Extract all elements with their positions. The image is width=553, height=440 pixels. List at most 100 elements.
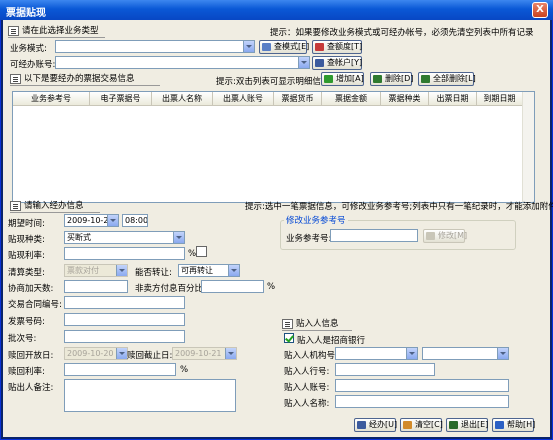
view-account-button[interactable]: 查帐户[Y] <box>312 56 362 70</box>
discount-rate-input[interactable] <box>64 247 185 260</box>
chevron-down-icon <box>225 348 236 359</box>
delete-button[interactable]: 删除[D] <box>370 72 414 86</box>
chevron-down-icon <box>116 348 127 359</box>
party-header-text: 贴入人信息 <box>296 319 339 329</box>
modify-ref-title: 修改业务参考号 <box>284 214 348 226</box>
extra-days-label: 协商加天数: <box>8 284 54 294</box>
discount-type-label: 贴现种类: <box>8 235 45 245</box>
header-underline <box>8 37 105 38</box>
redeem-close-value: 2009-10-21 <box>175 349 222 358</box>
column-header[interactable]: 出票人名称 <box>152 92 213 106</box>
delete-icon <box>373 75 382 83</box>
chevron-down-icon[interactable] <box>298 57 309 68</box>
mode-select[interactable] <box>55 40 255 53</box>
percent-sign: % <box>180 365 189 375</box>
view-quota-button[interactable]: 查额度[T] <box>312 40 362 54</box>
clear-button[interactable]: 清空[C] <box>400 418 443 432</box>
mode-label: 业务模式: <box>10 44 47 54</box>
column-header[interactable]: 票据种类 <box>381 92 429 106</box>
org-select[interactable] <box>335 347 418 360</box>
column-header[interactable]: 到期日期 <box>477 92 523 106</box>
org-select-2[interactable] <box>422 347 509 360</box>
party-account-input[interactable] <box>335 379 509 392</box>
column-header[interactable]: 票据货币 <box>274 92 322 106</box>
help-button[interactable]: 帮助[H] <box>492 418 536 432</box>
chevron-down-icon[interactable] <box>107 215 118 226</box>
header-underline <box>10 85 160 86</box>
transfer-value: 可再转让 <box>181 266 213 275</box>
column-header[interactable]: 出票人账号 <box>213 92 274 106</box>
chevron-down-icon[interactable] <box>173 232 184 243</box>
submit-button[interactable]: 经办[U] <box>354 418 398 432</box>
org-label: 贴入人机构号: <box>284 351 338 361</box>
invoice-input[interactable] <box>64 313 185 326</box>
search-icon <box>262 43 271 51</box>
batch-input[interactable] <box>64 330 185 343</box>
discount-type-select[interactable]: 买断式 <box>64 231 185 244</box>
input-hint: 提示:选中一笔票据信息，可修改业务参考号;列表中只有一笔纪录时，才能添加附件信息 <box>245 202 553 212</box>
is-cmb-checkbox[interactable] <box>284 333 294 343</box>
view-mode-button[interactable]: 查模式[E] <box>259 40 310 54</box>
discount-type-value: 买断式 <box>67 233 91 242</box>
expect-time-spinner[interactable]: 08:00 <box>122 214 148 227</box>
column-header[interactable]: 电子票据号 <box>90 92 152 106</box>
delete-label: 删除[D] <box>385 74 414 83</box>
expect-time-label: 期望时间: <box>8 219 45 229</box>
add-button[interactable]: 增加[A] <box>321 72 364 86</box>
delete-all-button[interactable]: 全部删除[L] <box>418 72 476 86</box>
party-name-input[interactable] <box>335 395 509 408</box>
account-select[interactable] <box>55 56 310 69</box>
list-icon <box>8 25 19 36</box>
percent-sign: % <box>267 282 276 292</box>
chevron-down-icon[interactable] <box>406 348 417 359</box>
close-button[interactable]: X <box>532 2 548 18</box>
bank-input[interactable] <box>335 363 435 376</box>
redeem-open-picker: 2009-10-20 <box>64 347 128 360</box>
delete-all-label: 全部删除[L] <box>433 74 476 83</box>
column-header[interactable]: 业务参考号 <box>13 92 90 106</box>
help-label: 帮助[H] <box>507 420 536 429</box>
contract-input[interactable] <box>64 296 185 309</box>
quota-icon <box>315 43 324 51</box>
view-mode-label: 查模式[E] <box>274 42 310 51</box>
settle-type-value: 票款对付 <box>67 266 99 275</box>
redeem-rate-input[interactable] <box>64 363 176 376</box>
submit-icon <box>357 421 366 429</box>
input-header-text: 请输入经办信息 <box>24 201 84 211</box>
exit-button[interactable]: 退出[E] <box>446 418 488 432</box>
list-header-text: 以下是要经办的票据交易信息 <box>24 74 135 84</box>
input-header: 请输入经办信息 <box>10 199 84 211</box>
settle-type-select: 票款对付 <box>64 264 128 277</box>
header-underline <box>282 330 352 331</box>
title-bar: 票据贴现 X <box>0 0 553 20</box>
table-scrollbar[interactable] <box>522 92 534 202</box>
buyer-pay-input[interactable] <box>201 280 264 293</box>
redeem-open-label: 赎回开放日: <box>8 351 54 361</box>
expect-date-picker[interactable]: 2009-10-20 <box>64 214 119 227</box>
transfer-label: 能否转让: <box>135 268 172 278</box>
buyer-pay-label: 非卖方付息百分比: <box>135 284 206 294</box>
chevron-down-icon[interactable] <box>243 41 254 52</box>
chevron-down-icon[interactable] <box>497 348 508 359</box>
transaction-table[interactable]: 业务参考号 电子票据号 出票人名称 出票人账号 票据货币 票据金额 票据种类 出… <box>12 91 535 203</box>
modify-label: 修改[M] <box>438 231 468 240</box>
invoice-label: 发票号码: <box>8 317 45 327</box>
ref-input[interactable] <box>330 229 418 242</box>
delete-all-icon <box>421 75 430 83</box>
party-header: 贴入人信息 <box>282 317 339 329</box>
discount-rate-label: 贴现利率: <box>8 251 45 261</box>
calculator-icon[interactable] <box>196 246 207 257</box>
view-account-label: 查帐户[Y] <box>327 58 363 67</box>
column-header[interactable]: 票据金额 <box>322 92 381 106</box>
header-underline <box>10 212 100 213</box>
submit-label: 经办[U] <box>369 420 398 429</box>
column-header[interactable]: 出票日期 <box>429 92 477 106</box>
clear-label: 清空[C] <box>415 420 443 429</box>
redeem-close-label: 赎回截止日: <box>127 351 173 361</box>
transfer-select[interactable]: 可再转让 <box>178 264 240 277</box>
extra-days-input[interactable] <box>64 280 128 293</box>
list-icon <box>282 318 293 329</box>
chevron-down-icon[interactable] <box>228 265 239 276</box>
remark-label: 贴出人备注: <box>8 383 54 393</box>
remark-textarea[interactable] <box>64 379 236 412</box>
